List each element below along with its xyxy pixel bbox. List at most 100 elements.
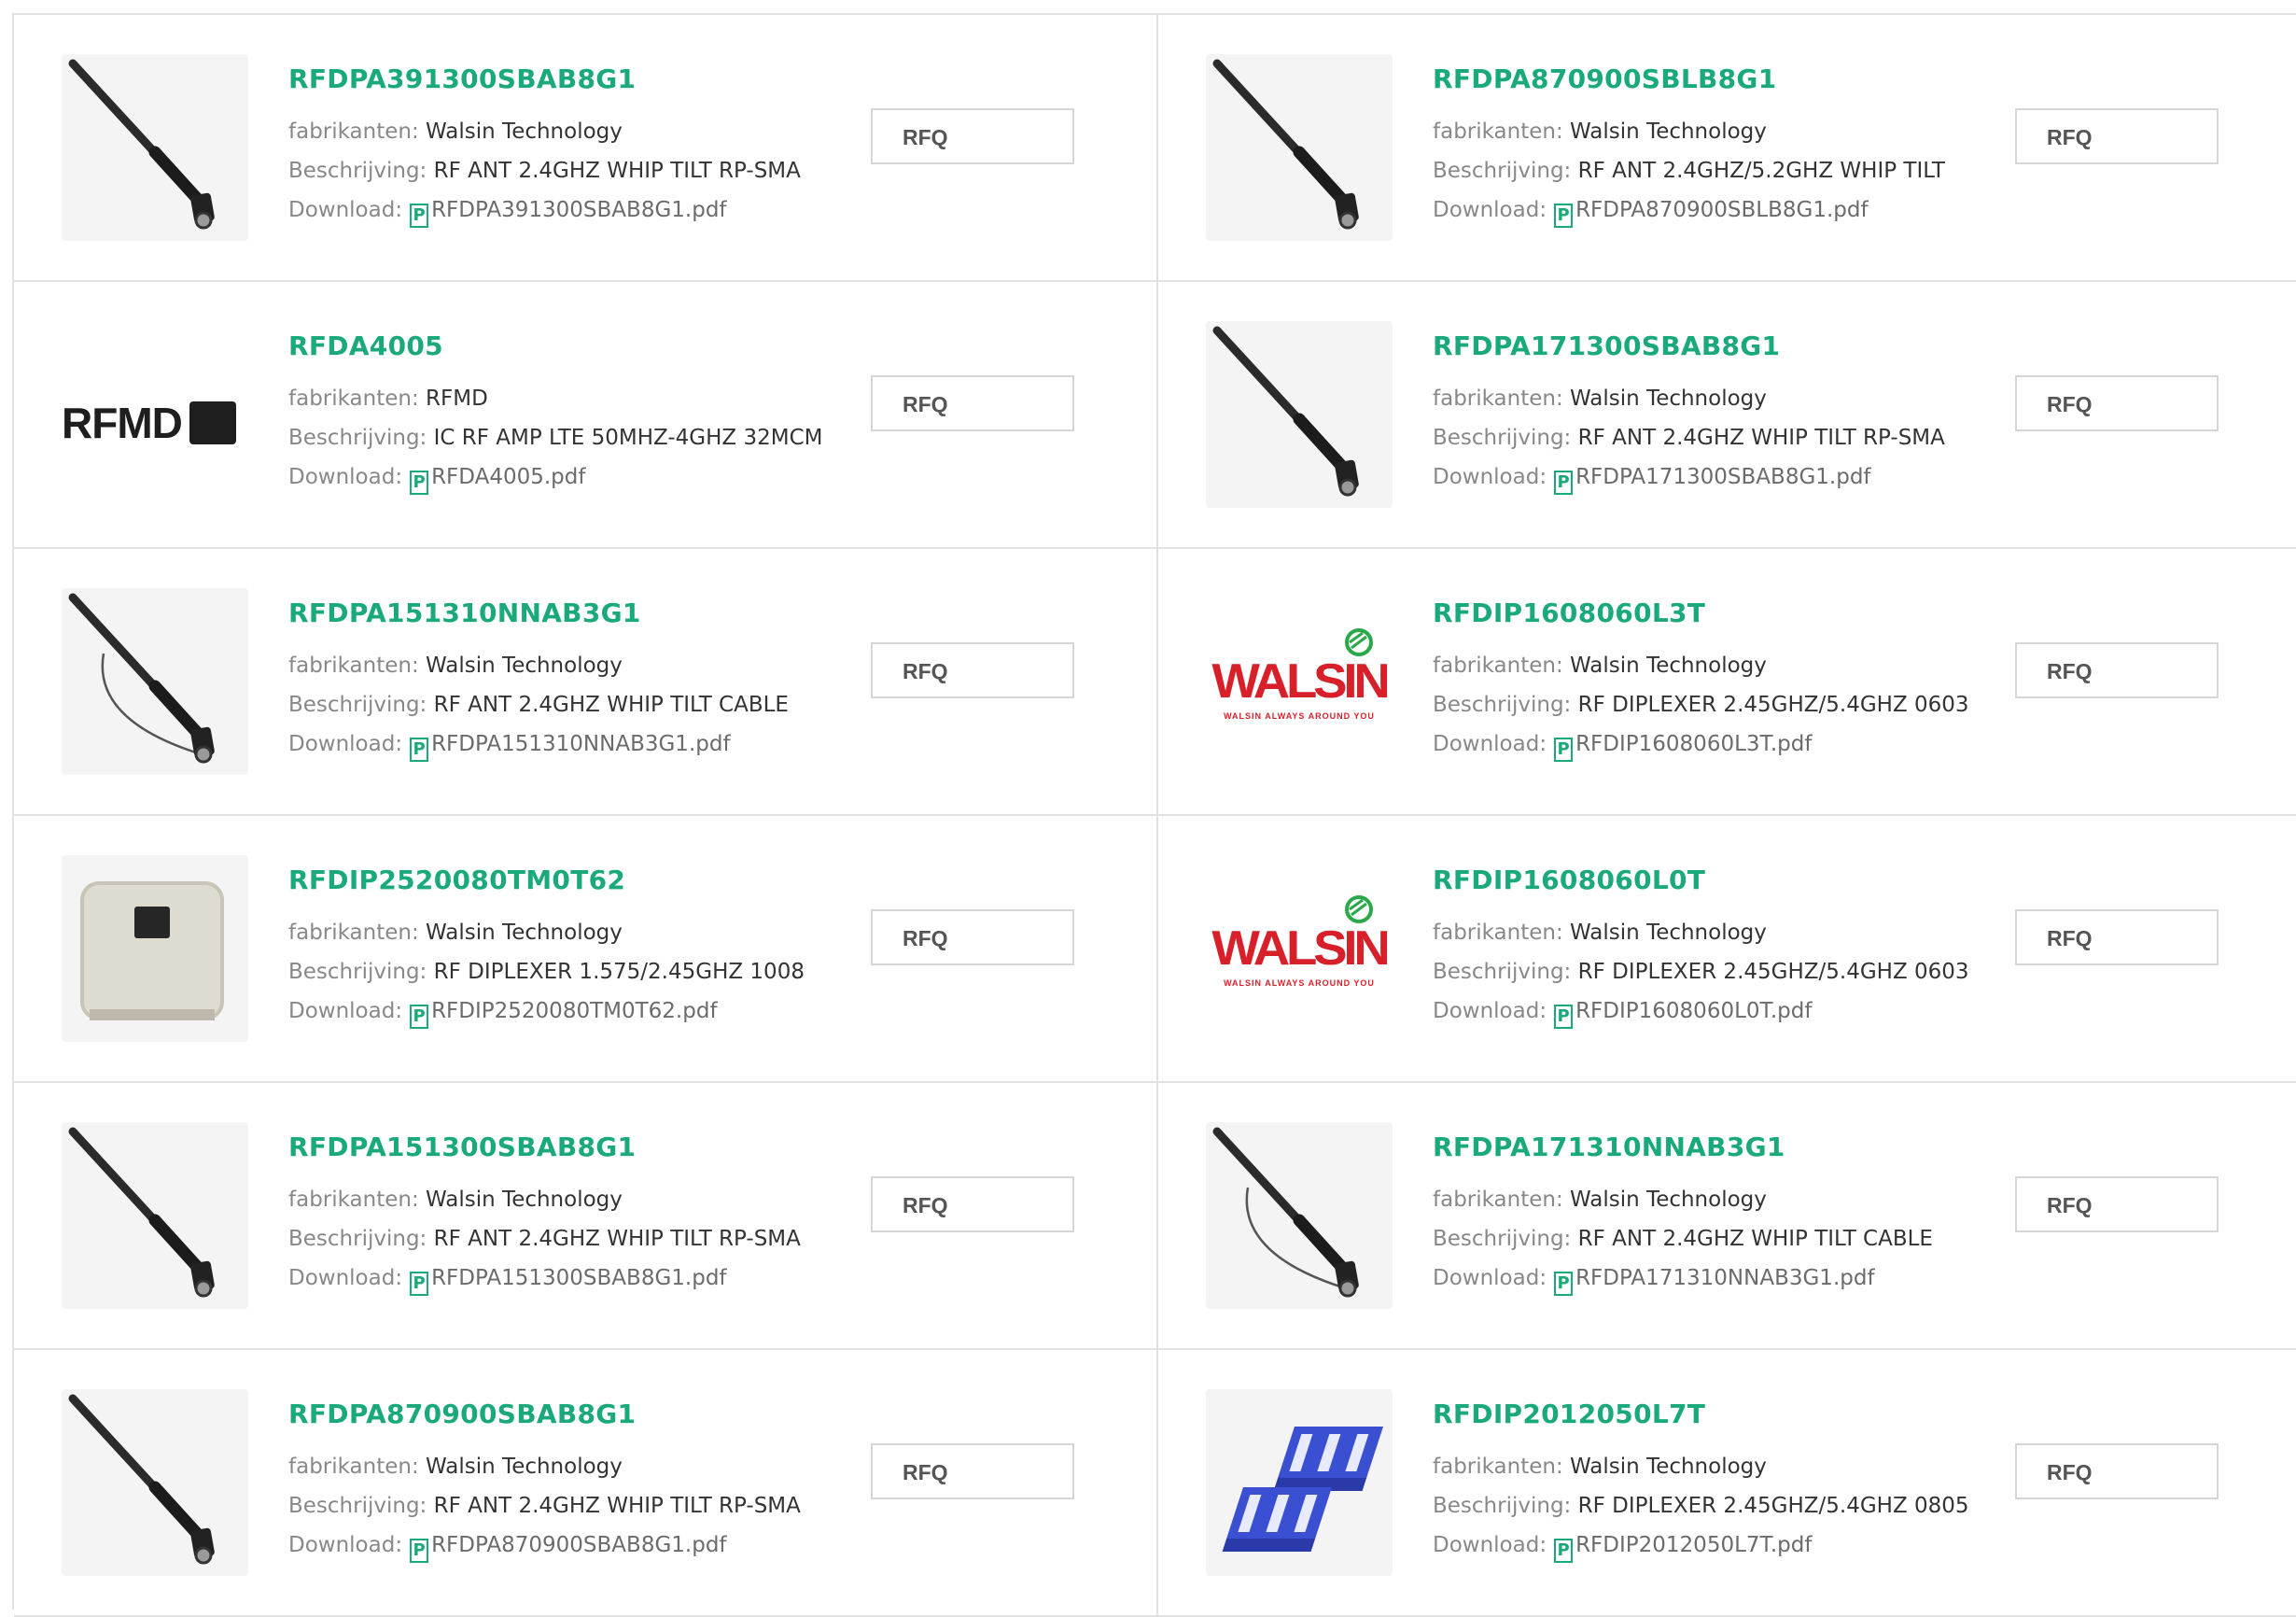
pdf-icon[interactable]: P (1554, 1539, 1574, 1563)
part-number-link[interactable]: RFDPA870900SBAB8G1 (288, 1399, 636, 1429)
pdf-icon[interactable]: P (410, 1005, 429, 1029)
rfmd-logo: RFMD (62, 321, 248, 508)
datasheet-link[interactable]: RFDPA151300SBAB8G1.pdf (431, 1266, 726, 1290)
pdf-icon[interactable]: P (410, 1272, 429, 1296)
rfq-button[interactable]: RFQ (871, 375, 1074, 431)
product-image (62, 1122, 248, 1309)
part-number-link[interactable]: RFDPA391300SBAB8G1 (288, 63, 636, 94)
datasheet-link[interactable]: RFDPA870900SBAB8G1.pdf (431, 1533, 726, 1557)
rfq-button[interactable]: RFQ (2015, 108, 2219, 164)
download-label: Download: (1433, 465, 1547, 489)
download-row: Download: P RFDA4005.pdf (288, 465, 585, 495)
datasheet-link[interactable]: RFDPA171300SBAB8G1.pdf (1575, 465, 1870, 489)
part-number-link[interactable]: RFDIP1608060L0T (1433, 865, 1705, 895)
manufacturer-label: fabrikanten: (1433, 1455, 1563, 1479)
datasheet-link[interactable]: RFDPA391300SBAB8G1.pdf (431, 198, 726, 222)
description-row: Beschrijving: IC RF AMP LTE 50MHZ-4GHZ 3… (288, 426, 823, 450)
rfq-button[interactable]: RFQ (2015, 1443, 2219, 1499)
manufacturer-row: fabrikanten: Walsin Technology (1433, 1188, 1767, 1212)
manufacturer-row: fabrikanten: Walsin Technology (1433, 387, 1767, 411)
download-row: Download: P RFDPA391300SBAB8G1.pdf (288, 198, 727, 228)
rfq-button[interactable]: RFQ (871, 642, 1074, 698)
product-card: RFDPA171300SBAB8G1 fabrikanten: Walsin Te… (1158, 282, 2296, 549)
rfq-button[interactable]: RFQ (871, 1443, 1074, 1499)
description-value: RF ANT 2.4GHZ/5.2GHZ WHIP TILT (1577, 159, 1945, 183)
description-value: RF ANT 2.4GHZ WHIP TILT RP-SMA (433, 159, 801, 183)
manufacturer-row: fabrikanten: Walsin Technology (1433, 120, 1767, 144)
datasheet-link[interactable]: RFDPA151310NNAB3G1.pdf (431, 732, 730, 756)
manufacturer-value: Walsin Technology (1570, 1188, 1767, 1212)
part-number-link[interactable]: RFDPA151300SBAB8G1 (288, 1132, 636, 1162)
product-card: RFMD RFDA4005 fabrikanten: RFMD Beschrijvin… (14, 282, 1158, 549)
download-row: Download: P RFDIP2012050L7T.pdf (1433, 1533, 1812, 1563)
rfq-button[interactable]: RFQ (871, 1176, 1074, 1232)
rfq-button[interactable]: RFQ (2015, 375, 2219, 431)
part-number-link[interactable]: RFDIP2012050L7T (1433, 1399, 1705, 1429)
description-value: RF DIPLEXER 2.45GHZ/5.4GHZ 0805 (1577, 1494, 1969, 1518)
part-number-link[interactable]: RFDA4005 (288, 330, 443, 361)
description-label: Beschrijving: (1433, 693, 1572, 717)
manufacturer-row: fabrikanten: Walsin Technology (1433, 654, 1767, 678)
part-number-link[interactable]: RFDIP1608060L3T (1433, 598, 1705, 628)
product-card: RFDPA151310NNAB3G1 fabrikanten: Walsin Te… (14, 549, 1158, 816)
product-image (1206, 1389, 1393, 1576)
download-row: Download: P RFDPA870900SBLB8G1.pdf (1433, 198, 1869, 228)
manufacturer-row: fabrikanten: RFMD (288, 387, 488, 411)
pdf-icon[interactable]: P (1554, 1272, 1574, 1296)
download-label: Download: (288, 198, 403, 222)
description-label: Beschrijving: (288, 426, 427, 450)
pdf-icon[interactable]: P (1554, 1005, 1574, 1029)
download-label: Download: (288, 1533, 403, 1557)
rfq-button[interactable]: RFQ (2015, 642, 2219, 698)
product-card: RFDPA171310NNAB3G1 fabrikanten: Walsin Te… (1158, 1083, 2296, 1350)
product-image (1206, 54, 1393, 241)
datasheet-link[interactable]: RFDIP1608060L0T.pdf (1575, 999, 1812, 1023)
datasheet-link[interactable]: RFDIP2012050L7T.pdf (1575, 1533, 1812, 1557)
pdf-icon[interactable]: P (1554, 471, 1574, 495)
manufacturer-row: fabrikanten: Walsin Technology (288, 1188, 623, 1212)
download-row: Download: P RFDIP2520080TM0T62.pdf (288, 999, 718, 1029)
description-label: Beschrijving: (288, 1494, 427, 1518)
product-card: RFDIP2520080TM0T62 fabrikanten: Walsin Te… (14, 816, 1158, 1083)
product-image (62, 588, 248, 775)
walsin-tagline: WALSIN ALWAYS AROUND YOU (1224, 711, 1375, 721)
part-number-link[interactable]: RFDPA151310NNAB3G1 (288, 598, 641, 628)
manufacturer-value: Walsin Technology (426, 120, 623, 144)
datasheet-link[interactable]: RFDPA171310NNAB3G1.pdf (1575, 1266, 1874, 1290)
datasheet-link[interactable]: RFDPA870900SBLB8G1.pdf (1575, 198, 1869, 222)
manufacturer-row: fabrikanten: Walsin Technology (288, 1455, 623, 1479)
part-number-link[interactable]: RFDPA171310NNAB3G1 (1433, 1132, 1785, 1162)
pdf-icon[interactable]: P (1554, 204, 1574, 228)
description-row: Beschrijving: RF DIPLEXER 1.575/2.45GHZ … (288, 960, 805, 984)
description-row: Beschrijving: RF DIPLEXER 2.45GHZ/5.4GHZ… (1433, 1494, 1969, 1518)
description-value: RF ANT 2.4GHZ WHIP TILT RP-SMA (1577, 426, 1945, 450)
rfq-button[interactable]: RFQ (871, 909, 1074, 965)
part-number-link[interactable]: RFDPA870900SBLB8G1 (1433, 63, 1776, 94)
datasheet-link[interactable]: RFDIP1608060L3T.pdf (1575, 732, 1812, 756)
rfq-button[interactable]: RFQ (2015, 909, 2219, 965)
product-image (62, 855, 248, 1042)
part-number-link[interactable]: RFDIP2520080TM0T62 (288, 865, 625, 895)
manufacturer-label: fabrikanten: (1433, 120, 1563, 144)
rfq-button[interactable]: RFQ (2015, 1176, 2219, 1232)
walsin-tagline: WALSIN ALWAYS AROUND YOU (1224, 978, 1375, 988)
pdf-icon[interactable]: P (410, 1539, 429, 1563)
part-number-link[interactable]: RFDPA171300SBAB8G1 (1433, 330, 1780, 361)
product-card: RFDPA391300SBAB8G1 fabrikanten: Walsin Te… (14, 15, 1158, 282)
rfq-button[interactable]: RFQ (871, 108, 1074, 164)
manufacturer-label: fabrikanten: (288, 921, 419, 945)
pdf-icon[interactable]: P (1554, 738, 1574, 762)
description-value: RF ANT 2.4GHZ WHIP TILT CABLE (1577, 1227, 1933, 1251)
pdf-icon[interactable]: P (410, 471, 429, 495)
datasheet-link[interactable]: RFDIP2520080TM0T62.pdf (431, 999, 717, 1023)
pdf-icon[interactable]: P (410, 738, 429, 762)
manufacturer-value: Walsin Technology (1570, 120, 1767, 144)
pdf-icon[interactable]: P (410, 204, 429, 228)
description-label: Beschrijving: (288, 960, 427, 984)
download-row: Download: P RFDPA151310NNAB3G1.pdf (288, 732, 731, 762)
download-label: Download: (1433, 1533, 1547, 1557)
manufacturer-value: RFMD (426, 387, 488, 411)
product-image (62, 1389, 248, 1576)
datasheet-link[interactable]: RFDA4005.pdf (431, 465, 585, 489)
manufacturer-value: Walsin Technology (426, 1455, 623, 1479)
